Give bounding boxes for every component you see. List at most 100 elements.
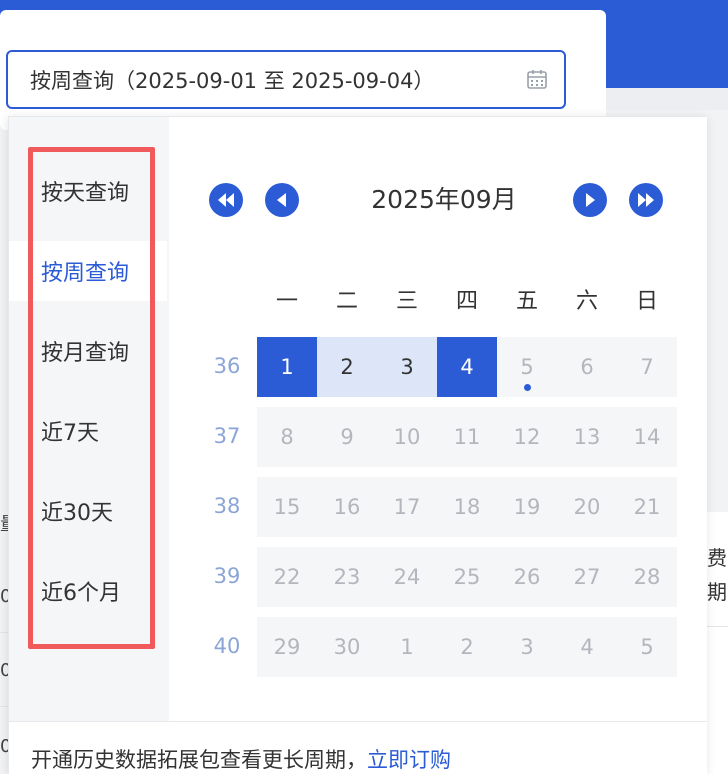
day-number: 1	[280, 355, 294, 379]
day-number: 29	[273, 635, 301, 659]
day-number: 3	[400, 355, 414, 379]
week-number[interactable]: 36	[207, 354, 247, 378]
double-right-arrow-icon	[638, 193, 654, 207]
bg-left-text: 0	[0, 586, 8, 607]
day-cell[interactable]: 10	[377, 407, 437, 467]
day-cell[interactable]: 6	[557, 337, 617, 397]
background-table-right: 费 期	[706, 512, 728, 774]
day-cell[interactable]: 27	[557, 547, 617, 607]
day-number: 18	[453, 495, 481, 519]
day-number: 4	[460, 355, 474, 379]
bg-left-text: 量	[0, 510, 8, 536]
day-cell[interactable]: 18	[437, 477, 497, 537]
date-range-value: 按周查询（2025-09-01 至 2025-09-04）	[30, 68, 435, 93]
bg-text-qi: 期	[707, 580, 727, 604]
day-cell[interactable]: 2	[317, 337, 377, 397]
day-number: 12	[513, 425, 541, 449]
day-cell[interactable]: 13	[557, 407, 617, 467]
day-number: 4	[580, 635, 594, 659]
date-picker-dropdown: 按天查询 按周查询 按月查询 近7天 近30天 近6个月 2025年09月 一 …	[8, 116, 707, 774]
prev-year-button[interactable]	[209, 183, 243, 217]
day-cell[interactable]: 23	[317, 547, 377, 607]
footer-text: 开通历史数据拓展包查看更长周期，	[31, 748, 367, 772]
weekday-header: 日	[635, 289, 658, 314]
day-cell[interactable]: 1	[257, 337, 317, 397]
next-month-button[interactable]	[573, 183, 607, 217]
day-cell[interactable]: 9	[317, 407, 377, 467]
day-cell[interactable]: 17	[377, 477, 437, 537]
bg-text-fei: 费	[707, 546, 727, 570]
day-number: 22	[273, 565, 301, 589]
day-cell[interactable]: 5	[617, 617, 677, 677]
day-cell[interactable]: 28	[617, 547, 677, 607]
prev-month-button[interactable]	[265, 183, 299, 217]
day-number: 2	[340, 355, 354, 379]
subscribe-link[interactable]: 立即订购	[367, 748, 451, 772]
day-number: 21	[633, 495, 661, 519]
picker-footer: 开通历史数据拓展包查看更长周期，立即订购	[9, 721, 707, 774]
day-number: 19	[513, 495, 541, 519]
day-cell[interactable]: 16	[317, 477, 377, 537]
day-cell[interactable]: 29	[257, 617, 317, 677]
day-number: 15	[273, 495, 301, 519]
day-cell[interactable]: 14	[617, 407, 677, 467]
shortcut-sidebar: 按天查询 按周查询 按月查询 近7天 近30天 近6个月	[9, 117, 169, 721]
day-cell[interactable]: 1	[377, 617, 437, 677]
day-number: 14	[633, 425, 661, 449]
day-cell[interactable]: 12	[497, 407, 557, 467]
day-cell[interactable]: 20	[557, 477, 617, 537]
day-cell[interactable]: 24	[377, 547, 437, 607]
day-cell[interactable]: 4	[437, 337, 497, 397]
month-title: 2025年09月	[371, 185, 517, 214]
calendar-icon[interactable]	[526, 68, 548, 90]
day-number: 24	[393, 565, 421, 589]
right-arrow-icon	[586, 193, 595, 207]
day-cell[interactable]: 19	[497, 477, 557, 537]
weekday-header: 二	[335, 289, 358, 314]
day-number: 17	[393, 495, 421, 519]
day-number: 13	[573, 425, 601, 449]
day-number: 5	[640, 635, 654, 659]
day-number: 3	[520, 635, 534, 659]
day-cell[interactable]: 2	[437, 617, 497, 677]
day-cell[interactable]: 4	[557, 617, 617, 677]
day-cell[interactable]: 15	[257, 477, 317, 537]
week-number[interactable]: 38	[207, 494, 247, 518]
day-cell[interactable]: 11	[437, 407, 497, 467]
day-cell[interactable]: 5	[497, 337, 557, 397]
date-range-input[interactable]: 按周查询（2025-09-01 至 2025-09-04）	[6, 50, 566, 109]
day-number: 28	[633, 565, 661, 589]
day-cell[interactable]: 8	[257, 407, 317, 467]
day-cell[interactable]: 22	[257, 547, 317, 607]
weekday-header: 四	[455, 289, 478, 314]
bg-left-text: 0	[0, 660, 8, 681]
day-number: 27	[573, 565, 601, 589]
day-number: 2	[460, 635, 474, 659]
week-number[interactable]: 39	[207, 564, 247, 588]
bg-divider	[707, 626, 728, 627]
calendar-panel: 2025年09月 一 二 三 四 五 六 日 36 1 2 3 4 5 6 7 37 8 9 10 11…	[169, 117, 707, 721]
day-cell[interactable]: 3	[497, 617, 557, 677]
day-cell[interactable]: 7	[617, 337, 677, 397]
week-number[interactable]: 37	[207, 424, 247, 448]
weekday-header: 五	[515, 289, 538, 314]
week-number[interactable]: 40	[207, 634, 247, 658]
day-number: 11	[453, 425, 481, 449]
day-cell[interactable]: 3	[377, 337, 437, 397]
today-dot	[524, 384, 531, 391]
weekday-header: 六	[575, 289, 598, 314]
day-cell[interactable]: 30	[317, 617, 377, 677]
day-number: 20	[573, 495, 601, 519]
day-cell[interactable]: 21	[617, 477, 677, 537]
day-cell[interactable]: 26	[497, 547, 557, 607]
double-left-arrow-icon	[218, 193, 234, 207]
weekday-header: 三	[395, 289, 418, 314]
bg-left-divider	[0, 632, 8, 633]
day-number: 26	[513, 565, 541, 589]
day-cell[interactable]: 25	[437, 547, 497, 607]
next-year-button[interactable]	[629, 183, 663, 217]
day-number: 9	[340, 425, 354, 449]
day-number: 25	[453, 565, 481, 589]
day-number: 10	[393, 425, 421, 449]
bg-left-divider	[0, 706, 8, 707]
